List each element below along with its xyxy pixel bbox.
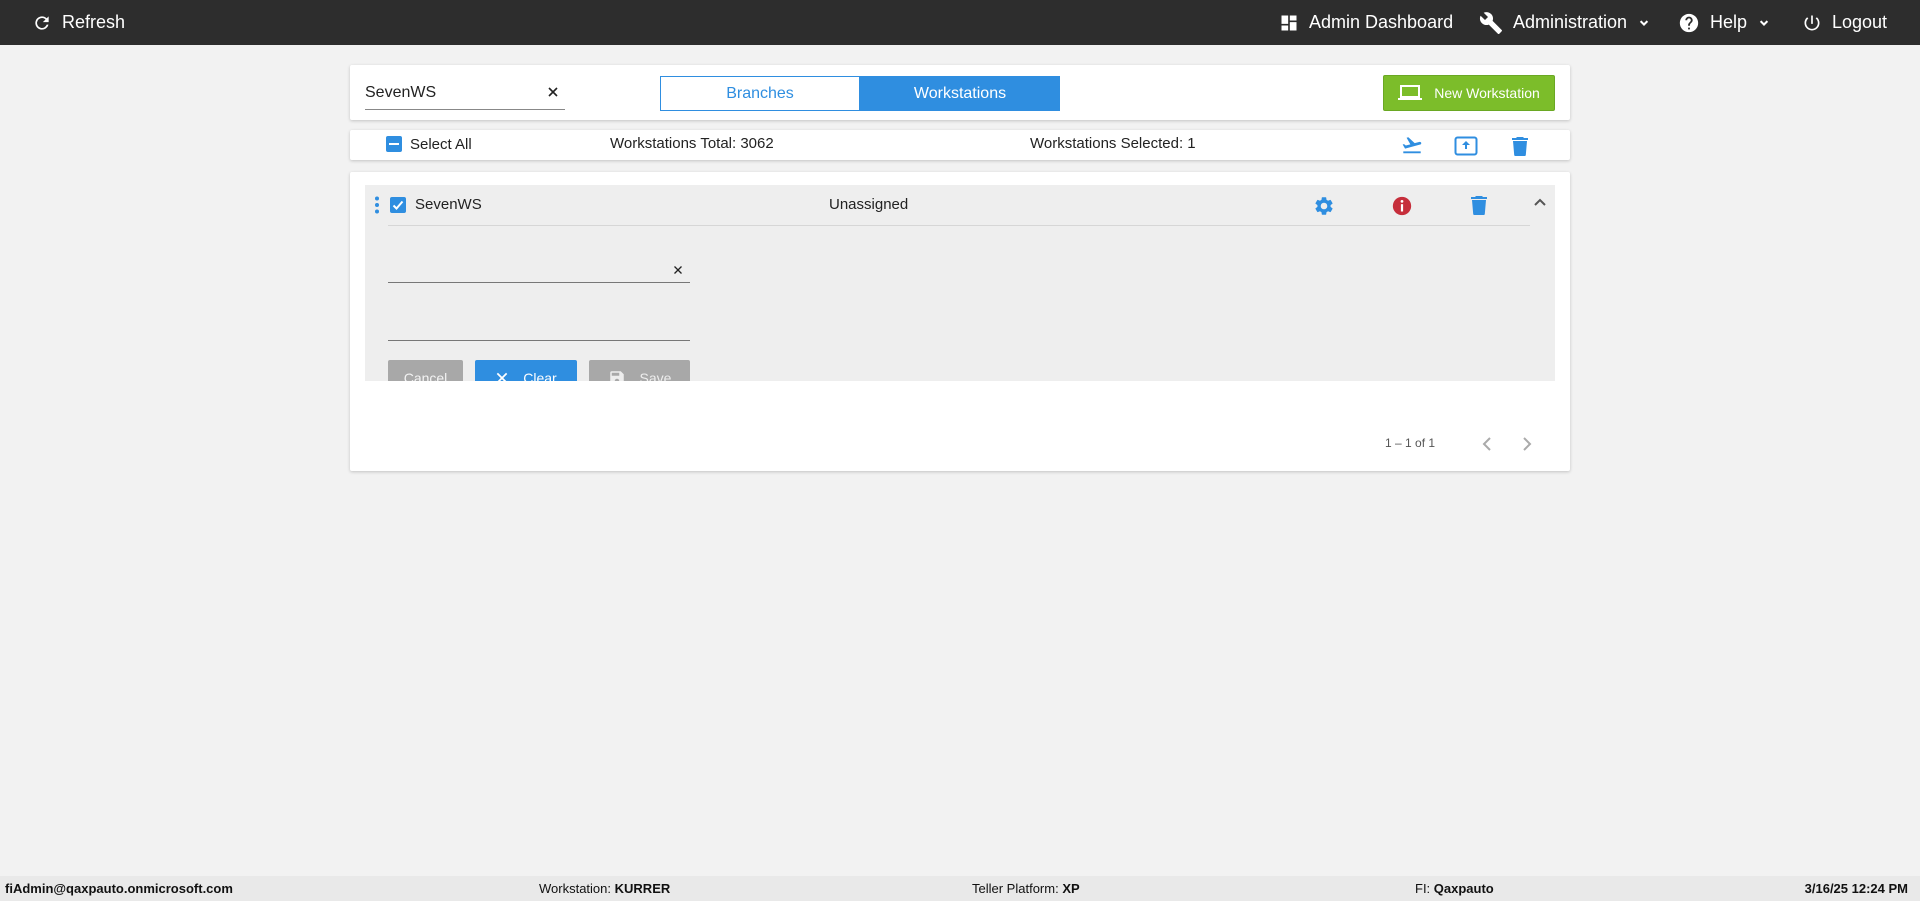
edit-input-2[interactable] [388,314,658,340]
laptop-icon [1398,85,1423,100]
select-all-label: Select All [410,136,472,153]
select-all-checkbox[interactable] [386,136,402,152]
footer-fi-value: Qaxpauto [1433,881,1494,896]
footer-workstation-value: KURRER [614,881,671,896]
search-field [365,78,565,110]
footer-datetime-value: 3/16/25 12:24 PM [1804,881,1908,896]
chevron-down-icon [1759,19,1769,26]
administration-label: Administration [1513,12,1628,32]
airplane-icon[interactable] [1401,134,1423,156]
row-checkbox[interactable] [390,197,406,213]
chevron-left-icon[interactable] [1481,436,1493,452]
refresh-icon [35,15,49,30]
footer-platform: Teller Platform: XP [972,881,1080,896]
status-footer: fiAdmin@qaxpauto.onmicrosoft.com Worksta… [0,876,1920,901]
edit-field-1 [388,256,690,283]
pagination-range: 1 – 1 of 1 [1385,436,1436,450]
workstations-total: Workstations Total: 3062 [610,135,774,152]
footer-fi-label: FI: [1415,881,1431,896]
help-label: Help [1710,12,1748,32]
chevron-up-icon[interactable] [1533,196,1547,208]
row-divider [388,225,1530,226]
save-label: Save [639,370,672,381]
delete-row-icon[interactable] [1470,195,1488,215]
chevron-right-icon[interactable] [1521,436,1533,452]
selection-bar [350,130,1570,160]
logout-label: Logout [1832,12,1888,32]
edit-actions: Cancel Clear Save [388,358,708,381]
refresh-button[interactable]: Refresh [32,0,125,45]
close-icon[interactable] [545,84,561,100]
upload-box-icon[interactable] [1454,136,1478,156]
edit-input-1[interactable] [388,256,658,282]
admin-dashboard-link[interactable]: Admin Dashboard [1279,0,1453,45]
footer-fi: FI: Qaxpauto [1415,881,1494,896]
save-button[interactable]: Save [589,360,690,381]
footer-platform-value: XP [1062,881,1080,896]
admin-dashboard-label: Admin Dashboard [1309,12,1454,32]
clear-button[interactable]: Clear [475,360,577,381]
clear-label: Clear [523,370,557,381]
tab-branches[interactable]: Branches [660,76,860,111]
tab-workstations[interactable]: Workstations [860,76,1060,111]
gear-icon[interactable] [1313,195,1335,217]
footer-user: fiAdmin@qaxpauto.onmicrosoft.com [5,881,233,896]
footer-workstation: Workstation: KURRER [539,881,670,896]
more-vert-icon[interactable] [374,196,380,214]
trash-icon[interactable] [1511,136,1529,156]
save-icon [609,371,624,381]
workstation-row-expanded [365,185,1555,381]
info-icon[interactable] [1391,195,1413,217]
minus-icon [389,143,399,145]
footer-workstation-label: Workstation: [539,881,612,896]
chevron-down-icon [1639,19,1649,26]
search-input[interactable] [365,78,535,108]
dashboard-icon [1281,15,1297,30]
refresh-label: Refresh [62,12,126,32]
cancel-label: Cancel [403,370,448,381]
check-icon [392,200,404,210]
new-workstation-label: New Workstation [1434,85,1540,101]
footer-user-email: fiAdmin@qaxpauto.onmicrosoft.com [5,881,233,896]
logout-button[interactable]: Logout [1802,0,1887,45]
workstation-name: SevenWS [415,196,482,213]
help-menu[interactable]: Help [1678,0,1771,45]
close-icon [496,372,508,381]
footer-datetime: 3/16/25 12:24 PM [1805,881,1908,896]
help-icon [1679,13,1699,32]
footer-platform-label: Teller Platform: [972,881,1059,896]
top-bar: Refresh Admin Dashboard Administration H… [0,0,1920,45]
cancel-button[interactable]: Cancel [388,360,463,381]
close-icon[interactable] [672,264,684,276]
workstations-selected: Workstations Selected: 1 [1030,135,1196,152]
wrench-icon [1479,11,1502,34]
power-icon [1804,15,1820,30]
edit-field-2 [388,314,690,341]
new-workstation-button[interactable]: New Workstation [1383,75,1555,111]
administration-menu[interactable]: Administration [1479,0,1651,45]
workstation-status: Unassigned [829,196,909,213]
